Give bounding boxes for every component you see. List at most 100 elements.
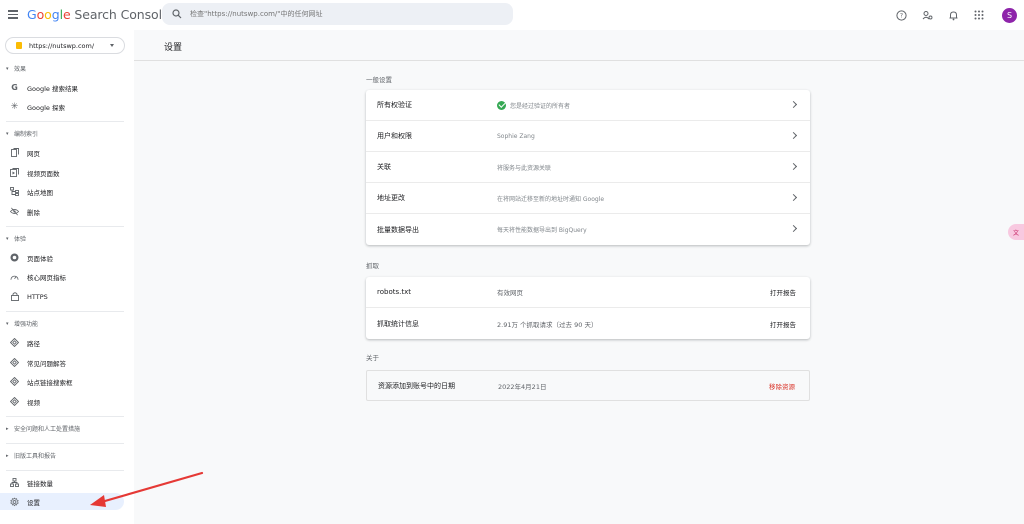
sidebar-item-label: 删除 bbox=[27, 208, 40, 217]
property-url: https://nutswp.com/ bbox=[29, 41, 95, 50]
section-security-manual-actions[interactable]: ▸ 安全问题和人工处置措施 bbox=[6, 424, 81, 434]
user-avatar[interactable]: S bbox=[1002, 7, 1017, 23]
row-value: Sophie Zang bbox=[497, 132, 535, 140]
sidebar-item-pages[interactable]: 网页 bbox=[0, 144, 124, 161]
property-favicon-icon bbox=[16, 42, 22, 49]
settings-row-associations[interactable]: 关联 将服务与此资源关联 bbox=[366, 152, 810, 183]
sidebar-item-label: 视频 bbox=[27, 398, 40, 407]
remove-property-button[interactable]: 移除资源 bbox=[769, 381, 795, 391]
row-label: 关联 bbox=[377, 163, 391, 171]
open-report-button[interactable]: 打开报告 bbox=[770, 287, 796, 297]
svg-text:?: ? bbox=[899, 12, 902, 19]
logo-letter: g bbox=[51, 7, 60, 22]
expand-triangle-icon: ▸ bbox=[6, 425, 9, 432]
apps-grid-icon[interactable] bbox=[970, 6, 988, 24]
sidebar-divider bbox=[6, 121, 124, 122]
lock-icon bbox=[10, 292, 19, 301]
sidebar-item-sitelinks-searchbox[interactable]: 站点链接搜索框 bbox=[0, 373, 124, 390]
hamburger-menu-icon[interactable] bbox=[8, 8, 20, 20]
collapse-triangle-icon: ▾ bbox=[6, 130, 9, 137]
sidebar-item-label: 路径 bbox=[27, 339, 40, 348]
annotation-arrow-icon bbox=[90, 471, 204, 507]
chevron-right-icon bbox=[789, 100, 798, 109]
section-title: 编制索引 bbox=[14, 131, 39, 138]
sidebar-item-videos[interactable]: 视频 bbox=[0, 393, 124, 410]
row-value: 您是经过验证的所有者 bbox=[510, 102, 571, 110]
video-pages-icon bbox=[10, 168, 19, 177]
general-settings-card: 所有权验证 您是经过验证的所有者 用户和权限 Sophie Zang 关联 将服… bbox=[366, 90, 810, 245]
url-inspection-search[interactable] bbox=[162, 3, 513, 25]
translate-extension-icon[interactable]: 文 bbox=[1008, 224, 1024, 240]
row-label: 抓取统计信息 bbox=[377, 319, 419, 328]
links-icon bbox=[10, 478, 19, 487]
enhancement-diamond-icon bbox=[10, 358, 19, 367]
search-input[interactable] bbox=[190, 10, 490, 18]
open-report-button[interactable]: 打开报告 bbox=[770, 319, 796, 329]
settings-row-bulk-export[interactable]: 批量数据导出 每天将性能数据导出到 BigQuery bbox=[366, 214, 810, 245]
section-title: 效果 bbox=[14, 66, 27, 73]
sidebar-item-google-search[interactable]: G Google 搜索结果 bbox=[0, 79, 124, 96]
sidebar-item-breadcrumbs[interactable]: 路径 bbox=[0, 334, 124, 351]
settings-row-robots-txt[interactable]: robots.txt 有效网页 打开报告 bbox=[366, 277, 810, 308]
collapse-triangle-icon: ▾ bbox=[6, 235, 9, 242]
sidebar-item-label: 站点链接搜索框 bbox=[27, 378, 73, 387]
section-enhancements[interactable]: ▾ 增强功能 bbox=[6, 319, 39, 329]
sidebar-item-label: Google 搜索结果 bbox=[27, 84, 78, 93]
sidebar-item-sitemaps[interactable]: 站点地图 bbox=[0, 183, 124, 200]
chevron-right-icon bbox=[789, 162, 798, 171]
row-label: 地址更改 bbox=[377, 194, 405, 202]
logo-product-text: Search Console bbox=[74, 7, 170, 22]
section-legacy-tools[interactable]: ▸ 旧版工具和报告 bbox=[6, 451, 56, 461]
section-experience[interactable]: ▾ 体验 bbox=[6, 234, 27, 244]
settings-row-change-of-address[interactable]: 地址更改 在将网站迁移至新的地址时通知 Google bbox=[366, 183, 810, 214]
settings-row-users-permissions[interactable]: 用户和权限 Sophie Zang bbox=[366, 121, 810, 152]
section-performance[interactable]: ▾ 效果 bbox=[6, 64, 27, 74]
sidebar-divider bbox=[6, 226, 124, 227]
sidebar-item-label: HTTPS bbox=[27, 292, 48, 301]
sidebar-item-label: 站点地图 bbox=[27, 188, 53, 197]
expand-triangle-icon: ▸ bbox=[6, 452, 9, 459]
sidebar-item-label: 页面体验 bbox=[27, 254, 53, 263]
settings-row-crawl-stats[interactable]: 抓取统计信息 2.91万 个抓取请求（过去 90 天） 打开报告 bbox=[366, 308, 810, 339]
logo-google-text: Google bbox=[27, 7, 74, 22]
top-actions: ? S bbox=[892, 0, 1024, 30]
row-label: 所有权验证 bbox=[377, 101, 412, 109]
pages-icon bbox=[10, 148, 19, 157]
manage-users-icon[interactable] bbox=[918, 6, 936, 24]
section-title: 增强功能 bbox=[14, 321, 39, 328]
settings-row-ownership[interactable]: 所有权验证 您是经过验证的所有者 bbox=[366, 90, 810, 121]
sidebar-item-label: 核心网页指标 bbox=[27, 273, 66, 282]
header-divider bbox=[134, 60, 1024, 61]
row-label: 用户和权限 bbox=[377, 132, 412, 140]
about-heading: 关于 bbox=[366, 354, 379, 362]
enhancement-diamond-icon bbox=[10, 377, 19, 386]
help-icon[interactable]: ? bbox=[892, 6, 910, 24]
sidebar-item-removals[interactable]: 删除 bbox=[0, 203, 124, 220]
enhancement-diamond-icon bbox=[10, 338, 19, 347]
row-value: 在将网站迁移至新的地址时通知 Google bbox=[497, 195, 605, 203]
page-title: 设置 bbox=[164, 43, 183, 53]
about-card: 资源添加到账号中的日期 2022年4月21日 移除资源 bbox=[366, 370, 810, 401]
gear-icon bbox=[10, 496, 19, 506]
sidebar-item-label: 视频页面数 bbox=[27, 169, 60, 178]
search-icon bbox=[172, 9, 182, 19]
notifications-bell-icon[interactable] bbox=[944, 6, 962, 24]
sidebar-item-label: 链接数量 bbox=[27, 479, 53, 488]
sidebar-item-label: Google 探索 bbox=[27, 103, 65, 112]
sidebar-item-label: 设置 bbox=[27, 498, 40, 507]
logo-letter: o bbox=[44, 7, 52, 22]
property-selector[interactable]: https://nutswp.com/ bbox=[5, 37, 125, 54]
sidebar-item-video-pages[interactable]: 视频页面数 bbox=[0, 164, 124, 181]
section-title: 安全问题和人工处置措施 bbox=[14, 426, 81, 433]
app-logo[interactable]: Google Search Console bbox=[27, 7, 170, 22]
sidebar-item-core-web-vitals[interactable]: 核心网页指标 bbox=[0, 268, 124, 285]
sidebar-item-page-experience[interactable]: 页面体验 bbox=[0, 249, 124, 266]
sidebar-item-discover[interactable]: ✳ Google 探索 bbox=[0, 98, 124, 115]
sidebar-item-https[interactable]: HTTPS bbox=[0, 288, 124, 305]
section-title: 体验 bbox=[14, 236, 27, 243]
chevron-right-icon bbox=[789, 224, 798, 233]
sidebar-item-faq[interactable]: 常见问题解答 bbox=[0, 354, 124, 371]
sidebar-divider bbox=[6, 311, 124, 312]
section-indexing[interactable]: ▾ 编制索引 bbox=[6, 129, 39, 139]
settings-row-added-date: 资源添加到账号中的日期 2022年4月21日 移除资源 bbox=[367, 371, 809, 400]
